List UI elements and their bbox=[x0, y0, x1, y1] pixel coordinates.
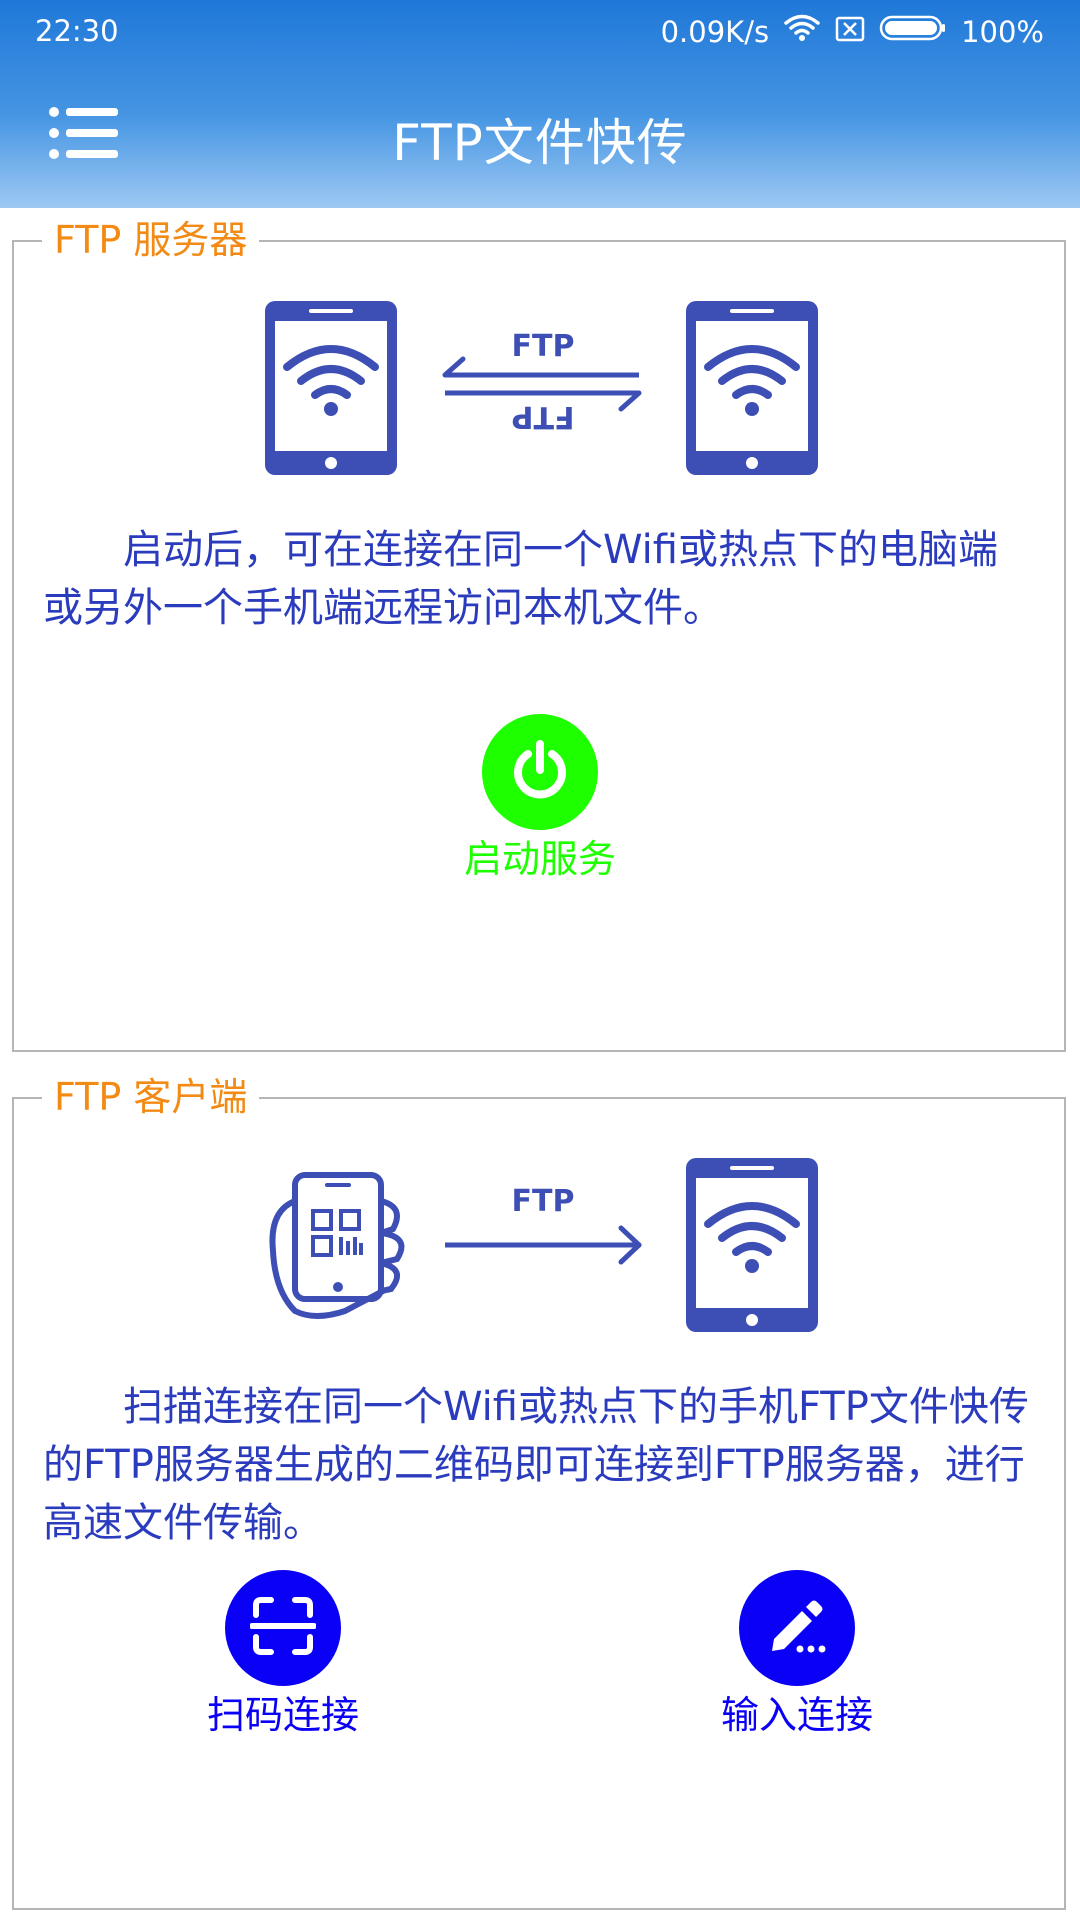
input-connect-button[interactable] bbox=[739, 1570, 855, 1686]
ftp-client-panel: FTP 客户端 FTP 扫描连接在同一个Wifi或热点下的手机FTP文件快传的F… bbox=[12, 1072, 1066, 1910]
sim-icon bbox=[835, 15, 865, 49]
wifi-icon bbox=[783, 13, 821, 50]
battery-percent: 100% bbox=[961, 14, 1044, 49]
one-way-transfer-arrow: FTP bbox=[441, 1184, 645, 1268]
server-description: 启动后，可在连接在同一个Wifi或热点下的电脑端或另外一个手机端远程访问本机文件… bbox=[43, 527, 998, 631]
tablet-wifi-icon bbox=[265, 301, 397, 479]
network-speed: 0.09K/s bbox=[660, 14, 770, 49]
server-panel-title: FTP 服务器 bbox=[42, 215, 260, 265]
app-title: FTP文件快传 bbox=[392, 114, 688, 172]
start-service-button[interactable] bbox=[482, 714, 598, 830]
edit-icon bbox=[766, 1595, 828, 1661]
status-time: 22:30 bbox=[35, 14, 119, 48]
battery-icon bbox=[879, 14, 947, 49]
client-panel-title: FTP 客户端 bbox=[42, 1072, 260, 1122]
client-description: 扫描连接在同一个Wifi或热点下的手机FTP文件快传的FTP服务器生成的二维码即… bbox=[43, 1384, 1029, 1546]
tablet-wifi-icon bbox=[686, 301, 818, 479]
hand-phone-qr-icon bbox=[265, 1171, 417, 1325]
arrow-label-bottom: FTP bbox=[511, 399, 575, 434]
tablet-wifi-icon bbox=[686, 1158, 818, 1336]
ftp-server-panel: FTP 服务器 FTP FTP 启动后，可在连接在同一个Wifi或热点下的电脑端… bbox=[12, 215, 1066, 1052]
status-bar: 22:30 0.09K/s 100% bbox=[0, 0, 1080, 64]
arrow-label: FTP bbox=[511, 1184, 575, 1219]
arrow-label-top: FTP bbox=[511, 329, 575, 364]
status-right: 0.09K/s 100% bbox=[661, 13, 1044, 50]
start-service-label[interactable]: 启动服务 bbox=[440, 828, 640, 883]
app-header: 22:30 0.09K/s 100% FTP文件快传 bbox=[0, 0, 1080, 208]
scan-connect-label[interactable]: 扫码连接 bbox=[183, 1684, 383, 1739]
scan-connect-button[interactable] bbox=[225, 1570, 341, 1686]
two-way-transfer-arrows: FTP FTP bbox=[441, 329, 645, 445]
scan-icon bbox=[249, 1595, 317, 1661]
input-connect-label[interactable]: 输入连接 bbox=[697, 1684, 897, 1739]
power-icon bbox=[508, 738, 572, 806]
